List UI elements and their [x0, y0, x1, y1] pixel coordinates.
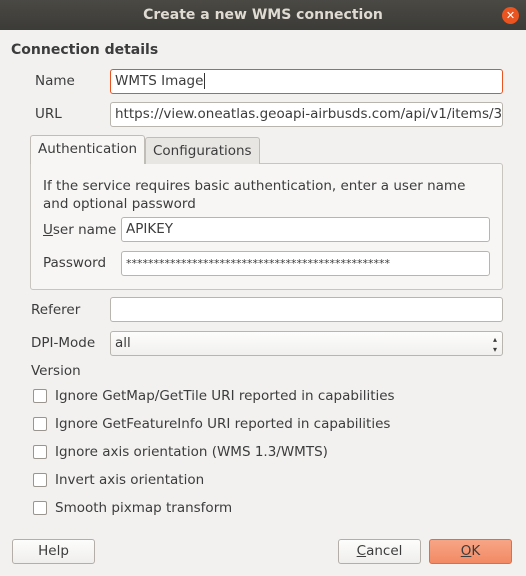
section-title: Connection details	[11, 42, 159, 58]
checkbox-ignore-getfeatureinfo[interactable]	[33, 417, 47, 431]
checkbox-invert-axis[interactable]	[33, 473, 47, 487]
name-input[interactable]: WMTS Image	[110, 69, 503, 94]
help-button[interactable]: Help	[12, 539, 95, 564]
checkbox-label: Ignore axis orientation (WMS 1.3/WMTS)	[55, 444, 328, 460]
version-label: Version	[31, 363, 81, 379]
url-input[interactable]: https://view.oneatlas.geoapi-airbusds.co…	[110, 102, 503, 127]
checkbox-label: Ignore GetMap/GetTile URI reported in ca…	[55, 388, 395, 404]
tab-configurations[interactable]: Configurations	[145, 137, 260, 164]
username-input[interactable]: APIKEY	[121, 217, 490, 242]
checkbox-ignore-axis[interactable]	[33, 445, 47, 459]
dpi-mode-label: DPI-Mode	[31, 335, 96, 351]
name-value: WMTS Image	[115, 73, 204, 89]
checkbox-label: Invert axis orientation	[55, 472, 205, 488]
referer-input[interactable]	[110, 297, 503, 322]
password-input[interactable]: ****************************************…	[121, 251, 490, 276]
dpi-mode-select[interactable]: all ▴ ▾	[110, 331, 503, 356]
referer-label: Referer	[31, 302, 81, 318]
tab-authentication[interactable]: Authentication	[30, 135, 146, 164]
title-bar: Create a new WMS connection ✕	[0, 0, 526, 30]
window-title: Create a new WMS connection	[143, 7, 383, 23]
url-label: URL	[35, 106, 62, 122]
checkbox-smooth-pixmap[interactable]	[33, 501, 47, 515]
checkbox-label: Ignore GetFeatureInfo URI reported in ca…	[55, 416, 391, 432]
password-label: Password	[43, 255, 107, 271]
checkbox-ignore-getmap[interactable]	[33, 389, 47, 403]
spinner-arrows-icon: ▴ ▾	[492, 335, 497, 354]
close-icon[interactable]: ✕	[502, 7, 519, 24]
dpi-mode-value: all	[115, 335, 131, 351]
auth-description: If the service requires basic authentica…	[43, 178, 466, 212]
ok-button[interactable]: OK	[429, 539, 512, 564]
checkbox-label: Smooth pixmap transform	[55, 500, 233, 516]
username-label: User name	[43, 222, 117, 238]
name-label: Name	[35, 73, 75, 89]
cancel-button[interactable]: Cancel	[338, 539, 421, 564]
